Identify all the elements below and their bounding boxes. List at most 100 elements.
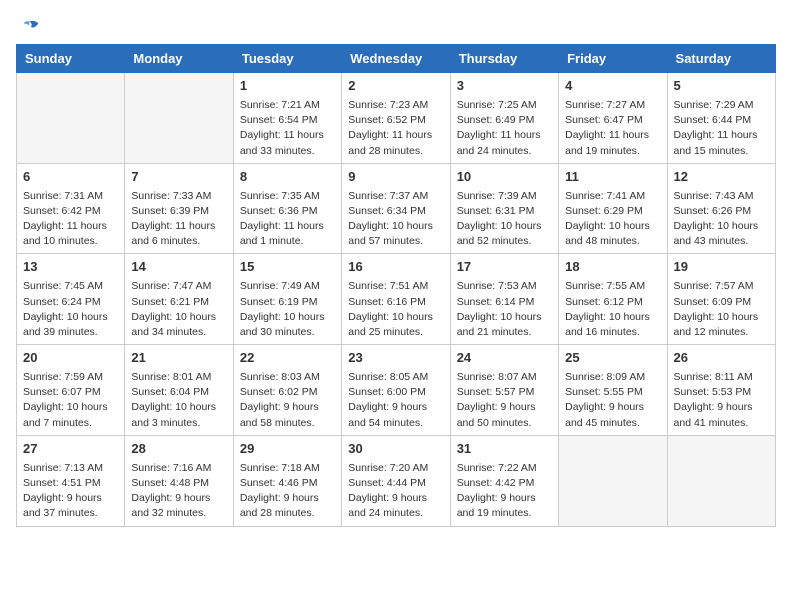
day-info: Sunrise: 7:43 AMSunset: 6:26 PMDaylight:… [674,189,769,250]
calendar-cell: 7 Sunrise: 7:33 AMSunset: 6:39 PMDaylight… [125,163,233,254]
calendar-cell: 30 Sunrise: 7:20 AMSunset: 4:44 PMDayligh… [342,435,450,526]
day-info: Sunrise: 7:16 AMSunset: 4:48 PMDaylight:… [131,461,226,522]
day-info: Sunrise: 7:23 AMSunset: 6:52 PMDaylight:… [348,98,443,159]
calendar-cell: 12 Sunrise: 7:43 AMSunset: 6:26 PMDayligh… [667,163,775,254]
calendar-cell: 13 Sunrise: 7:45 AMSunset: 6:24 PMDayligh… [17,254,125,345]
day-info: Sunrise: 7:33 AMSunset: 6:39 PMDaylight:… [131,189,226,250]
day-number: 13 [23,258,118,277]
calendar-cell: 31Sunrise: 7:22 AMSunset: 4:42 PMDayligh… [450,435,558,526]
day-header-row: SundayMondayTuesdayWednesdayThursdayFrid… [17,45,776,73]
day-info: Sunrise: 7:20 AMSunset: 4:44 PMDaylight:… [348,461,443,522]
calendar-cell: 1Sunrise: 7:21 AMSunset: 6:54 PMDaylight… [233,73,341,164]
calendar-cell: 9 Sunrise: 7:37 AMSunset: 6:34 PMDaylight… [342,163,450,254]
day-number: 20 [23,349,118,368]
day-info: Sunrise: 7:37 AMSunset: 6:34 PMDaylight:… [348,189,443,250]
calendar-week-3: 13 Sunrise: 7:45 AMSunset: 6:24 PMDayligh… [17,254,776,345]
day-info: Sunrise: 7:29 AMSunset: 6:44 PMDaylight:… [674,98,769,159]
day-info: Sunrise: 8:11 AMSunset: 5:53 PMDaylight:… [674,370,769,431]
calendar-cell: 8 Sunrise: 7:35 AMSunset: 6:36 PMDaylight… [233,163,341,254]
day-info: Sunrise: 8:03 AMSunset: 6:02 PMDaylight:… [240,370,335,431]
calendar-cell: 16 Sunrise: 7:51 AMSunset: 6:16 PMDayligh… [342,254,450,345]
day-info: Sunrise: 7:21 AMSunset: 6:54 PMDaylight:… [240,98,335,159]
calendar-cell [17,73,125,164]
day-info: Sunrise: 7:25 AMSunset: 6:49 PMDaylight:… [457,98,552,159]
calendar-cell: 23 Sunrise: 8:05 AMSunset: 6:00 PMDayligh… [342,345,450,436]
day-number: 6 [23,168,118,187]
calendar-cell: 21 Sunrise: 8:01 AMSunset: 6:04 PMDayligh… [125,345,233,436]
day-info: Sunrise: 7:49 AMSunset: 6:19 PMDaylight:… [240,279,335,340]
day-number: 10 [457,168,552,187]
day-info: Sunrise: 7:55 AMSunset: 6:12 PMDaylight:… [565,279,660,340]
day-info: Sunrise: 7:27 AMSunset: 6:47 PMDaylight:… [565,98,660,159]
calendar-week-1: 1Sunrise: 7:21 AMSunset: 6:54 PMDaylight… [17,73,776,164]
day-number: 12 [674,168,769,187]
day-info: Sunrise: 7:41 AMSunset: 6:29 PMDaylight:… [565,189,660,250]
day-info: Sunrise: 7:53 AMSunset: 6:14 PMDaylight:… [457,279,552,340]
calendar-cell: 28 Sunrise: 7:16 AMSunset: 4:48 PMDayligh… [125,435,233,526]
day-info: Sunrise: 7:18 AMSunset: 4:46 PMDaylight:… [240,461,335,522]
day-number: 15 [240,258,335,277]
calendar-cell: 3 Sunrise: 7:25 AMSunset: 6:49 PMDaylight… [450,73,558,164]
calendar-cell: 4Sunrise: 7:27 AMSunset: 6:47 PMDaylight… [559,73,667,164]
day-number: 8 [240,168,335,187]
calendar-week-4: 20Sunrise: 7:59 AMSunset: 6:07 PMDayligh… [17,345,776,436]
day-info: Sunrise: 7:51 AMSunset: 6:16 PMDaylight:… [348,279,443,340]
day-info: Sunrise: 7:39 AMSunset: 6:31 PMDaylight:… [457,189,552,250]
day-number: 23 [348,349,443,368]
day-number: 28 [131,440,226,459]
calendar-cell [667,435,775,526]
day-header-wednesday: Wednesday [342,45,450,73]
day-number: 17 [457,258,552,277]
calendar-cell: 2 Sunrise: 7:23 AMSunset: 6:52 PMDaylight… [342,73,450,164]
calendar-cell: 10 Sunrise: 7:39 AMSunset: 6:31 PMDayligh… [450,163,558,254]
day-number: 18 [565,258,660,277]
day-number: 22 [240,349,335,368]
calendar-cell: 19 Sunrise: 7:57 AMSunset: 6:09 PMDayligh… [667,254,775,345]
calendar-table: SundayMondayTuesdayWednesdayThursdayFrid… [16,44,776,527]
day-info: Sunrise: 8:07 AMSunset: 5:57 PMDaylight:… [457,370,552,431]
day-info: Sunrise: 8:01 AMSunset: 6:04 PMDaylight:… [131,370,226,431]
day-number: 9 [348,168,443,187]
calendar-cell: 5 Sunrise: 7:29 AMSunset: 6:44 PMDaylight… [667,73,775,164]
logo-bird-icon [20,16,42,38]
day-number: 21 [131,349,226,368]
calendar-cell [559,435,667,526]
day-header-tuesday: Tuesday [233,45,341,73]
day-number: 11 [565,168,660,187]
day-info: Sunrise: 8:05 AMSunset: 6:00 PMDaylight:… [348,370,443,431]
day-info: Sunrise: 8:09 AMSunset: 5:55 PMDaylight:… [565,370,660,431]
day-number: 5 [674,77,769,96]
calendar-header: SundayMondayTuesdayWednesdayThursdayFrid… [17,45,776,73]
day-number: 29 [240,440,335,459]
calendar-week-2: 6 Sunrise: 7:31 AMSunset: 6:42 PMDaylight… [17,163,776,254]
day-info: Sunrise: 7:47 AMSunset: 6:21 PMDaylight:… [131,279,226,340]
calendar-cell: 22 Sunrise: 8:03 AMSunset: 6:02 PMDayligh… [233,345,341,436]
logo [16,16,42,34]
day-number: 26 [674,349,769,368]
day-number: 3 [457,77,552,96]
day-number: 19 [674,258,769,277]
day-number: 16 [348,258,443,277]
day-info: Sunrise: 7:57 AMSunset: 6:09 PMDaylight:… [674,279,769,340]
day-number: 2 [348,77,443,96]
calendar-cell: 25 Sunrise: 8:09 AMSunset: 5:55 PMDayligh… [559,345,667,436]
calendar-cell: 17 Sunrise: 7:53 AMSunset: 6:14 PMDayligh… [450,254,558,345]
day-number: 7 [131,168,226,187]
calendar-body: 1Sunrise: 7:21 AMSunset: 6:54 PMDaylight… [17,73,776,527]
day-number: 24 [457,349,552,368]
calendar-cell: 27Sunrise: 7:13 AMSunset: 4:51 PMDayligh… [17,435,125,526]
calendar-cell: 20Sunrise: 7:59 AMSunset: 6:07 PMDayligh… [17,345,125,436]
day-info: Sunrise: 7:35 AMSunset: 6:36 PMDaylight:… [240,189,335,250]
day-number: 30 [348,440,443,459]
calendar-cell [125,73,233,164]
calendar-cell: 6 Sunrise: 7:31 AMSunset: 6:42 PMDaylight… [17,163,125,254]
day-header-monday: Monday [125,45,233,73]
calendar-cell: 29 Sunrise: 7:18 AMSunset: 4:46 PMDayligh… [233,435,341,526]
day-number: 25 [565,349,660,368]
day-info: Sunrise: 7:45 AMSunset: 6:24 PMDaylight:… [23,279,118,340]
day-info: Sunrise: 7:22 AMSunset: 4:42 PMDaylight:… [457,461,552,522]
day-header-friday: Friday [559,45,667,73]
calendar-cell: 15 Sunrise: 7:49 AMSunset: 6:19 PMDayligh… [233,254,341,345]
day-number: 14 [131,258,226,277]
day-info: Sunrise: 7:31 AMSunset: 6:42 PMDaylight:… [23,189,118,250]
